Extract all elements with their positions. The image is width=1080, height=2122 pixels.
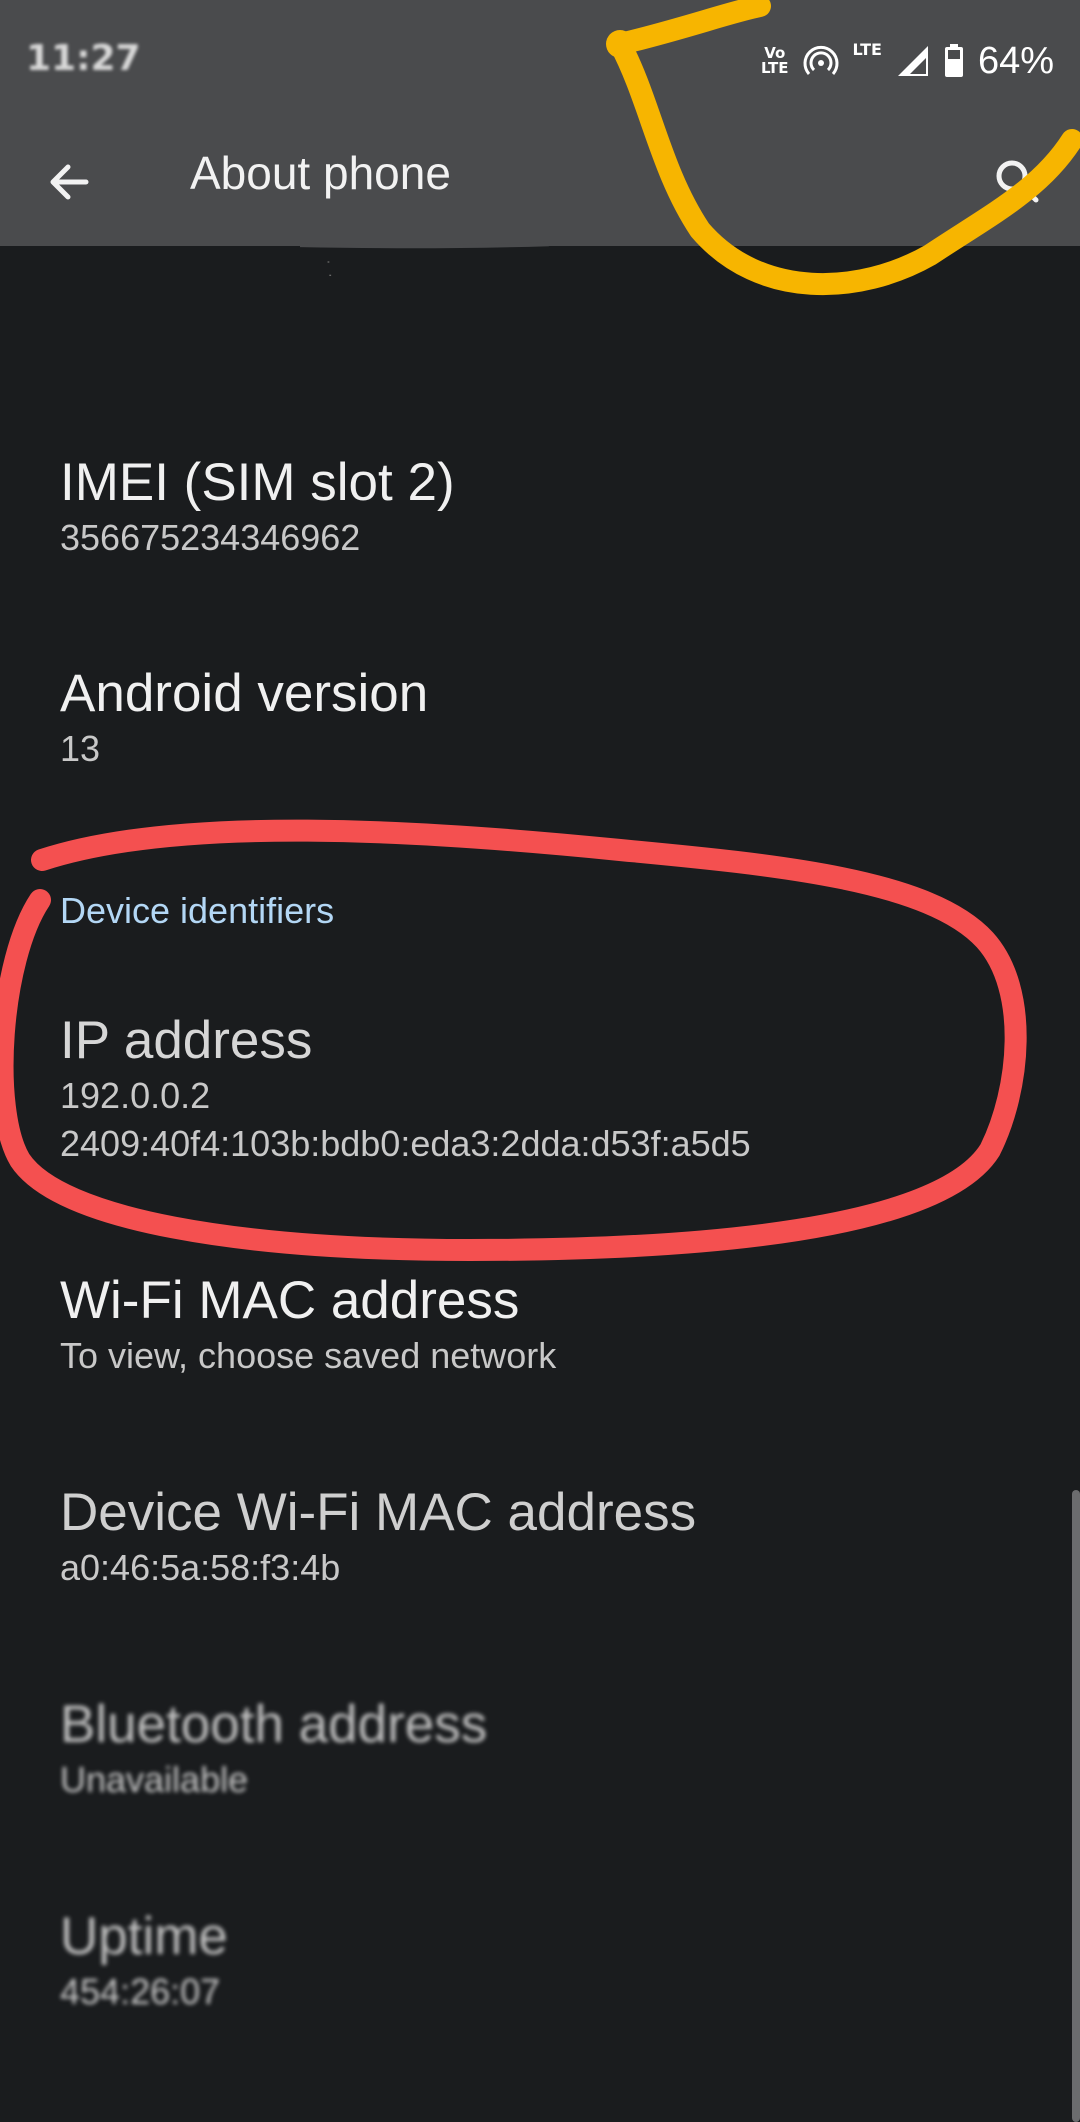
battery-icon (944, 44, 963, 77)
section-header-device-identifiers: Device identifiers (60, 890, 335, 931)
wifi-mac-item[interactable]: Wi-Fi MAC address To view, choose saved … (60, 1270, 556, 1380)
volte-icon: Vo LTE (760, 44, 789, 77)
ip-address-title: IP address (60, 1011, 313, 1070)
uptime-title: Uptime (60, 1907, 228, 1966)
imei-item[interactable]: IMEI (SIM slot 2) 356675234346962 (60, 452, 455, 562)
android-version-title: Android version (60, 664, 429, 723)
device-wifi-mac-value: a0:46:5a:58:f3:4b (60, 1547, 341, 1588)
imei-value: 356675234346962 (60, 517, 361, 558)
battery-percentage: 64% (977, 39, 1054, 82)
device-wifi-mac-title: Device Wi-Fi MAC address (60, 1483, 697, 1542)
wifi-mac-value: To view, choose saved network (60, 1335, 557, 1376)
ip-address-item[interactable]: IP address 192.0.0.2 2409:40f4:103b:bdb0… (60, 1010, 751, 1168)
android-version-value: 13 (60, 728, 101, 769)
ip-address-value-v4: 192.0.0.2 (60, 1075, 211, 1116)
uptime-item[interactable]: Uptime 454:26:07 (60, 1906, 228, 2016)
bluetooth-address-title: Bluetooth address (60, 1695, 488, 1754)
redacted-area (300, 241, 549, 276)
hotspot-icon (803, 45, 839, 75)
search-icon (996, 160, 1039, 203)
back-button[interactable] (40, 152, 100, 212)
search-button[interactable] (990, 154, 1044, 208)
ip-address-value-v6: 2409:40f4:103b:bdb0:eda3:2dda:d53f:a5d5 (60, 1123, 751, 1164)
uptime-value: 454:26:07 (60, 1971, 221, 2012)
wifi-mac-title: Wi-Fi MAC address (60, 1271, 520, 1330)
app-bar: About phone (0, 118, 1080, 246)
bluetooth-address-item[interactable]: Bluetooth address Unavailable (60, 1694, 487, 1804)
status-bar: 11:27 Vo LTE LTE 64% (0, 0, 1080, 118)
scrollbar[interactable] (1072, 1490, 1080, 2122)
arrow-back-icon (50, 164, 89, 200)
imei-title: IMEI (SIM slot 2) (60, 453, 455, 512)
device-wifi-mac-item[interactable]: Device Wi-Fi MAC address a0:46:5a:58:f3:… (60, 1482, 696, 1592)
signal-icon (897, 46, 928, 76)
status-icons: Vo LTE LTE 64% (761, 36, 1054, 86)
android-version-item[interactable]: Android version 13 (60, 663, 428, 773)
network-type-label: LTE (852, 40, 882, 59)
page-title: About phone (190, 147, 451, 199)
status-time: 11:27 (26, 38, 141, 79)
bluetooth-address-value: Unavailable (60, 1759, 249, 1800)
